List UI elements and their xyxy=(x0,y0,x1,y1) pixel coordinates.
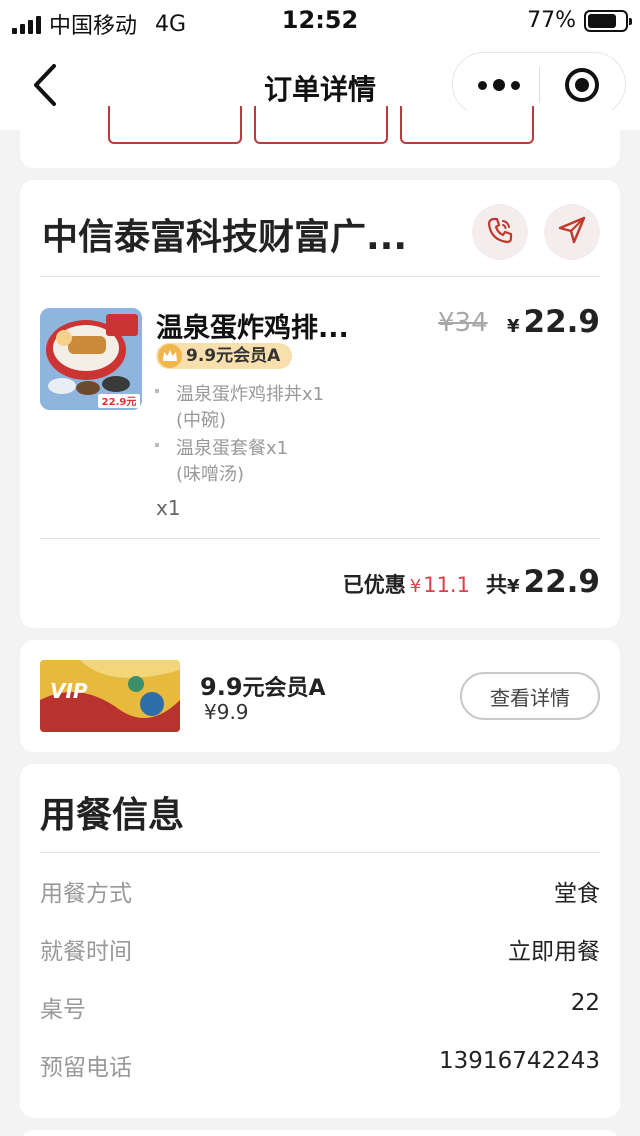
sub-item-note: (味噌汤) xyxy=(176,464,245,485)
discount-value: 11.1 xyxy=(423,573,470,597)
order-action-button-3[interactable] xyxy=(400,106,534,144)
item-price: ¥22.9 xyxy=(507,304,600,340)
info-row-dining-method: 用餐方式 堂食 xyxy=(40,874,600,910)
total-amount: ¥22.9 xyxy=(507,564,600,600)
info-key: 预留电话 xyxy=(40,1055,132,1081)
info-value: 堂食 xyxy=(554,881,600,907)
navigate-button[interactable] xyxy=(544,204,600,260)
more-dots-icon[interactable] xyxy=(475,71,523,99)
bullet-dot xyxy=(155,389,159,393)
vip-image-text: VIP xyxy=(50,679,88,703)
battery-fill xyxy=(588,13,616,28)
item-quantity: x1 xyxy=(156,496,181,520)
food-image-price: 22.9元 xyxy=(102,396,137,408)
info-key: 就餐时间 xyxy=(40,939,132,965)
sub-item-label: 温泉蛋炸鸡排丼x1 xyxy=(176,384,325,405)
membership-title-prefix: 9.9 xyxy=(200,673,243,701)
total-value: 22.9 xyxy=(523,564,601,600)
food-image: 22.9元 xyxy=(40,308,142,410)
battery-icon xyxy=(584,9,632,32)
order-action-button-1[interactable] xyxy=(108,106,242,144)
status-bar: 中国移动 4G 12:52 77% xyxy=(0,0,640,40)
price-currency: ¥ xyxy=(506,316,520,337)
membership-title-suffix: 元会员A xyxy=(242,676,326,701)
info-row-phone: 预留电话 13916742243 xyxy=(40,1048,600,1084)
dining-info-card: 用餐信息 用餐方式 堂食 就餐时间 立即用餐 桌号 22 预留电话 139167… xyxy=(20,764,620,1118)
next-card xyxy=(20,1130,620,1136)
store-divider xyxy=(40,276,600,277)
dining-info-divider xyxy=(40,852,600,853)
dining-info-title: 用餐信息 xyxy=(40,795,185,836)
info-value: 22 xyxy=(570,990,600,1016)
battery-percent: 77% xyxy=(527,8,576,33)
info-row-dining-time: 就餐时间 立即用餐 xyxy=(40,932,600,968)
discount-label: 已优惠 xyxy=(342,573,406,597)
order-action-button-2[interactable] xyxy=(254,106,388,144)
order-card: 中信泰富科技财富广... 22.9元 温泉蛋炸鸡排... ¥34 ¥ 22.9 … xyxy=(20,180,620,628)
info-value: 13916742243 xyxy=(439,1048,600,1074)
sub-item-label: 温泉蛋套餐x1 xyxy=(176,438,289,459)
badge-label: 元会员A xyxy=(216,346,281,366)
member-badge: 9.9元会员A xyxy=(156,343,293,369)
order-actions-card xyxy=(20,106,620,168)
discount-currency: ¥ xyxy=(409,576,422,597)
view-details-button[interactable]: 查看详情 xyxy=(460,672,600,720)
summary-divider xyxy=(40,538,600,539)
original-price: ¥34 xyxy=(438,308,488,338)
info-value: 立即用餐 xyxy=(508,939,600,965)
navigate-arrow-icon xyxy=(557,215,587,249)
membership-card: VIP 9.9元会员A ¥9.9 查看详情 xyxy=(20,640,620,752)
phone-button[interactable] xyxy=(472,204,528,260)
status-right: 77% xyxy=(527,8,632,33)
phone-icon xyxy=(485,215,515,249)
info-key: 用餐方式 xyxy=(40,881,132,907)
badge-prefix: 9.9 xyxy=(186,346,217,366)
sub-item-note: (中碗) xyxy=(176,410,227,431)
total-label: 共 xyxy=(485,573,507,597)
total-currency: ¥ xyxy=(506,576,520,597)
membership-price: ¥9.9 xyxy=(204,700,249,724)
membership-title: 9.9元会员A xyxy=(200,670,326,702)
bullet-dot xyxy=(155,443,159,447)
sub-item: 温泉蛋套餐x1 xyxy=(155,434,289,460)
target-circle-icon[interactable] xyxy=(565,68,599,102)
order-summary: 已优惠 ¥11.1 共 ¥22.9 xyxy=(343,564,600,600)
sub-item: 温泉蛋炸鸡排丼x1 xyxy=(155,380,325,406)
info-row-table-number: 桌号 22 xyxy=(40,990,600,1026)
capsule-divider xyxy=(539,67,540,103)
vip-card-image: VIP xyxy=(40,660,180,732)
info-key: 桌号 xyxy=(40,997,86,1023)
item-name: 温泉蛋炸鸡排... xyxy=(156,313,349,344)
store-name[interactable]: 中信泰富科技财富广... xyxy=(42,208,407,260)
crown-icon xyxy=(158,344,182,368)
discount-amount: ¥11.1 xyxy=(410,573,470,597)
price-value: 22.9 xyxy=(523,304,601,340)
